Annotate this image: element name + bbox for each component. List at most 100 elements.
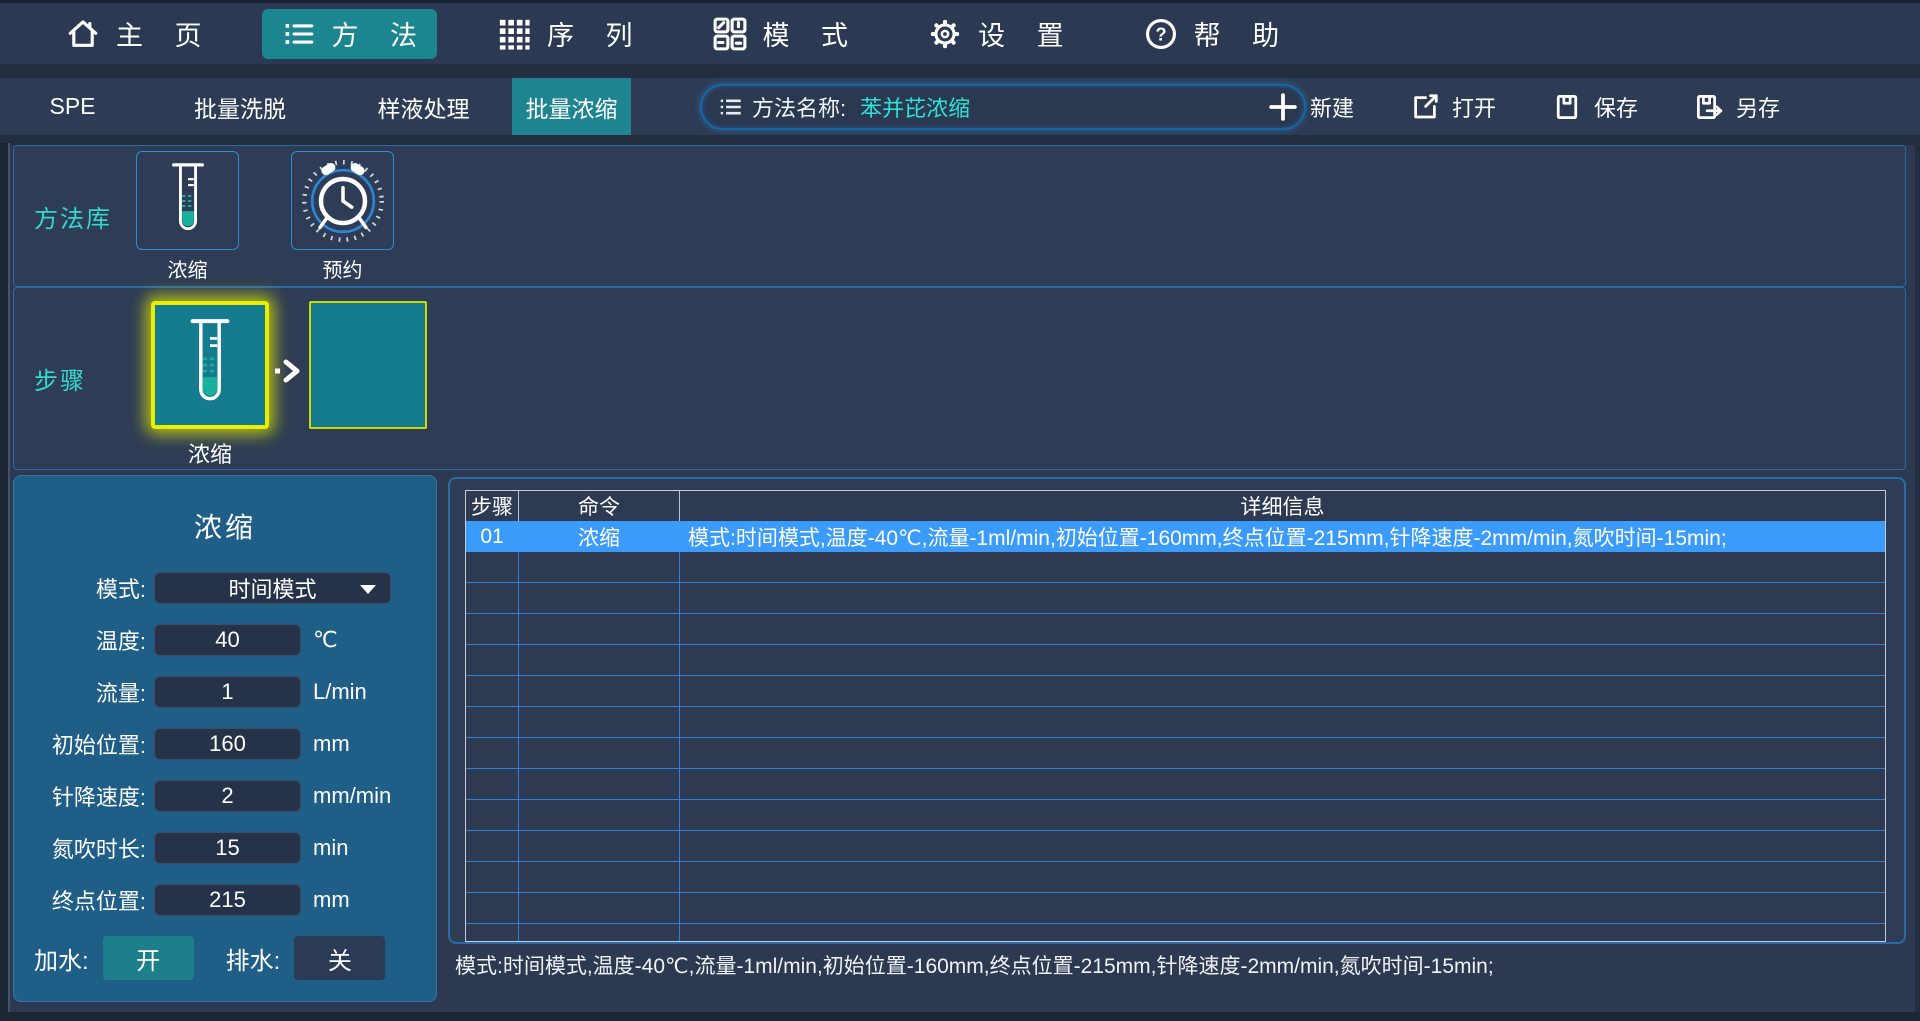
table-row-empty[interactable] xyxy=(466,676,1885,707)
new-button-label: 新建 xyxy=(1310,91,1354,123)
nav-item-sequence[interactable]: 序 列 xyxy=(477,9,653,59)
window-edge-left xyxy=(0,143,8,1021)
field-row-temperature: 温度: 40 ℃ xyxy=(34,624,436,656)
mode-tiles-icon xyxy=(713,17,747,51)
nav-label-mode: 模 式 xyxy=(763,14,861,53)
save-button-label: 保存 xyxy=(1594,91,1638,123)
tab-batch-elution[interactable]: 批量洗脱 xyxy=(145,78,335,135)
field-row-flow: 流量: 1 L/min xyxy=(34,676,436,708)
nav-item-mode[interactable]: 模 式 xyxy=(693,9,869,59)
step-item-concentrate-box xyxy=(151,301,269,429)
save-button[interactable]: 保存 xyxy=(1552,91,1638,123)
table-row-empty[interactable] xyxy=(466,738,1885,769)
tab-batch-concentration[interactable]: 批量浓缩 xyxy=(512,78,631,135)
table-row-empty[interactable] xyxy=(466,645,1885,676)
start-position-input[interactable]: 160 xyxy=(154,728,301,760)
nav-item-help[interactable]: ? 帮 助 xyxy=(1124,9,1300,59)
plus-icon xyxy=(1268,92,1298,122)
home-icon xyxy=(66,17,100,51)
end-position-unit: mm xyxy=(313,887,350,913)
field-row-nitrogen-time: 氮吹时长: 15 min xyxy=(34,832,436,864)
step-item-concentrate[interactable]: 浓缩 xyxy=(151,301,269,469)
start-position-unit: mm xyxy=(313,731,350,757)
nitrogen-time-input[interactable]: 15 xyxy=(154,832,301,864)
method-list-icon xyxy=(282,17,316,51)
table-row-empty[interactable] xyxy=(466,831,1885,862)
field-row-needle-speed: 针降速度: 2 mm/min xyxy=(34,780,436,812)
list-icon xyxy=(718,94,744,120)
end-position-label: 终点位置: xyxy=(34,884,146,916)
row-command-value: 浓缩 xyxy=(519,521,680,552)
add-water-label: 加水: xyxy=(34,941,89,976)
new-button[interactable]: 新建 xyxy=(1268,91,1354,123)
method-name-value: 苯并芘浓缩 xyxy=(860,91,970,123)
header-command: 命令 xyxy=(519,491,680,521)
drain-toggle[interactable]: 关 xyxy=(294,936,385,980)
field-row-mode: 模式: 时间模式 xyxy=(34,572,436,604)
start-position-label: 初始位置: xyxy=(34,728,146,760)
selected-step-detail-text: 模式:时间模式,温度-40℃,流量-1ml/min,初始位置-160mm,终点位… xyxy=(455,950,1494,980)
header-step: 步骤 xyxy=(466,491,519,521)
gear-icon xyxy=(928,17,962,51)
open-button[interactable]: 打开 xyxy=(1410,91,1496,123)
tab-sample-processing[interactable]: 样液处理 xyxy=(335,78,512,135)
parameter-rows: 模式: 时间模式 温度: 40 ℃ 流量: 1 L/min 初始位置: 160 … xyxy=(14,572,436,916)
window-edge-right xyxy=(1915,143,1920,1012)
library-item-concentrate-label: 浓缩 xyxy=(168,254,208,283)
row-detail-value: 模式:时间模式,温度-40℃,流量-1ml/min,初始位置-160mm,终点位… xyxy=(680,521,1885,552)
needle-speed-input[interactable]: 2 xyxy=(154,780,301,812)
step-slot-empty[interactable] xyxy=(309,301,427,429)
table-row-empty[interactable] xyxy=(466,769,1885,800)
nav-label-method: 方 法 xyxy=(332,14,430,53)
tab-spe[interactable]: SPE xyxy=(0,78,145,135)
table-row-selected[interactable]: 01 浓缩 模式:时间模式,温度-40℃,流量-1ml/min,初始位置-160… xyxy=(466,521,1885,552)
field-row-end-position: 终点位置: 215 mm xyxy=(34,884,436,916)
add-water-toggle[interactable]: 开 xyxy=(103,936,194,980)
mode-dropdown[interactable]: 时间模式 xyxy=(154,572,391,604)
save-as-button[interactable]: 另存 xyxy=(1694,91,1780,123)
row-step-value: 01 xyxy=(466,521,519,552)
needle-speed-label: 针降速度: xyxy=(34,780,146,812)
table-row-empty[interactable] xyxy=(466,893,1885,924)
window-edge-bottom xyxy=(0,1012,1920,1021)
method-library-items: 浓缩 预约 xyxy=(136,151,394,283)
chevron-down-icon xyxy=(360,585,376,594)
library-item-schedule-label: 预约 xyxy=(323,254,363,283)
nitrogen-time-unit: min xyxy=(313,835,348,861)
library-item-concentrate[interactable]: 浓缩 xyxy=(136,151,239,283)
save-as-button-label: 另存 xyxy=(1736,91,1780,123)
app-window: 主 页 方 法 序 列 xyxy=(0,0,1920,1021)
help-icon: ? xyxy=(1144,17,1178,51)
temperature-input[interactable]: 40 xyxy=(154,624,301,656)
mode-dropdown-value: 时间模式 xyxy=(228,572,316,604)
needle-speed-unit: mm/min xyxy=(313,783,391,809)
temperature-label: 温度: xyxy=(34,624,146,656)
table-row-empty[interactable] xyxy=(466,924,1885,942)
save-as-icon xyxy=(1694,92,1724,122)
table-row-empty[interactable] xyxy=(466,583,1885,614)
nav-label-sequence: 序 列 xyxy=(547,14,645,53)
table-row-empty[interactable] xyxy=(466,800,1885,831)
drain-label: 排水: xyxy=(226,941,281,976)
nav-item-method[interactable]: 方 法 xyxy=(262,9,438,59)
table-row-empty[interactable] xyxy=(466,707,1885,738)
sequence-grid-icon xyxy=(497,17,531,51)
flow-input[interactable]: 1 xyxy=(154,676,301,708)
table-row-empty[interactable] xyxy=(466,614,1885,645)
step-table: 步骤 命令 详细信息 01 浓缩 模式:时间模式,温度-40℃,流量-1ml/m… xyxy=(465,490,1886,942)
method-name-input[interactable]: 方法名称: 苯并芘浓缩 xyxy=(700,84,1306,130)
nav-item-settings[interactable]: 设 置 xyxy=(908,9,1084,59)
tab-sample-processing-label: 样液处理 xyxy=(378,90,470,124)
test-tube-icon xyxy=(162,159,214,243)
end-position-input[interactable]: 215 xyxy=(154,884,301,916)
nav-item-home[interactable]: 主 页 xyxy=(46,9,222,59)
method-library-panel: 方法库 浓缩 xyxy=(13,145,1906,287)
field-row-start-position: 初始位置: 160 mm xyxy=(34,728,436,760)
table-row-empty[interactable] xyxy=(466,552,1885,583)
open-icon xyxy=(1410,92,1440,122)
step-arrow-icon xyxy=(273,358,303,384)
table-row-empty[interactable] xyxy=(466,862,1885,893)
open-button-label: 打开 xyxy=(1452,91,1496,123)
library-item-schedule[interactable]: 预约 xyxy=(291,151,394,283)
library-item-schedule-box xyxy=(291,151,394,250)
